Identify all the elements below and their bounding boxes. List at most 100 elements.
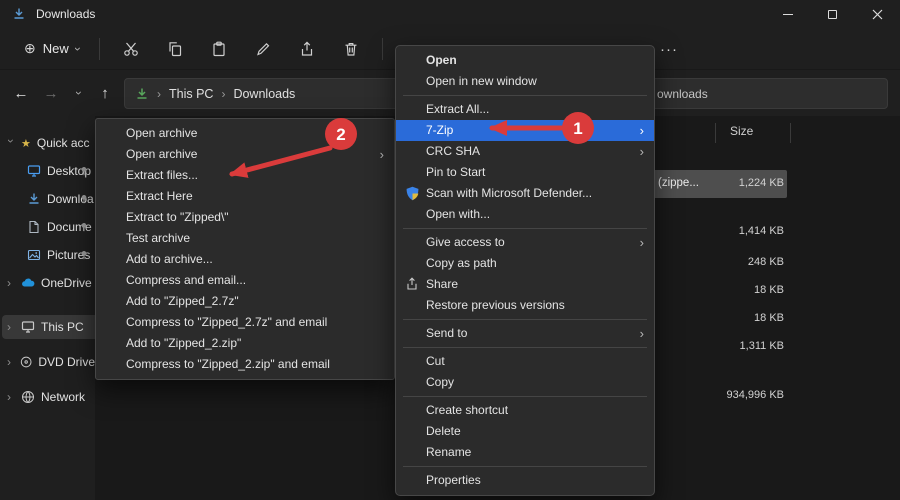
submenu-item-compress-email[interactable]: Compress and email... <box>96 270 394 291</box>
context-menu-item-scan-defender[interactable]: Scan with Microsoft Defender... <box>396 183 654 204</box>
recent-locations-button[interactable]: › <box>66 80 92 106</box>
minimize-button[interactable] <box>765 0 810 28</box>
menu-item-label: Cut <box>426 354 445 368</box>
menu-separator <box>403 466 647 467</box>
menu-separator <box>403 396 647 397</box>
menu-item-label: CRC SHA <box>426 144 481 158</box>
file-size: 248 KB <box>747 256 784 268</box>
menu-item-label: Share <box>426 277 459 291</box>
seven-zip-submenu: Open archive Open archive › Extract file… <box>95 118 395 380</box>
close-button[interactable] <box>855 0 900 28</box>
context-menu-item-crc-sha[interactable]: CRC SHA › <box>396 141 654 162</box>
pin-icon <box>81 167 87 176</box>
menu-item-label: Scan with Microsoft Defender... <box>426 186 593 200</box>
maximize-button[interactable] <box>810 0 855 28</box>
sidebar-item-onedrive[interactable]: › OneDrive <box>0 269 95 297</box>
submenu-item-open-archive[interactable]: Open archive <box>96 123 394 144</box>
menu-item-label: Compress to "Zipped_2.7z" and email <box>126 315 328 329</box>
window-controls <box>765 0 900 28</box>
context-menu-item-restore-versions[interactable]: Restore previous versions <box>396 295 654 316</box>
sidebar-item-dvd-drive[interactable]: › DVD Drive <box>0 348 95 376</box>
context-menu-item-properties[interactable]: Properties <box>396 470 654 491</box>
sidebar-item-desktop[interactable]: Desktop <box>0 157 95 185</box>
search-input[interactable]: ownloads <box>636 78 888 109</box>
context-menu-item-pin-to-start[interactable]: Pin to Start <box>396 162 654 183</box>
context-menu-item-extract-all[interactable]: Extract All... <box>396 99 654 120</box>
up-button[interactable]: ↑ <box>92 80 118 106</box>
rename-button[interactable] <box>244 34 282 64</box>
back-icon: ← <box>13 84 29 102</box>
sidebar-item-downloads[interactable]: Downloa <box>0 185 95 213</box>
column-divider[interactable] <box>715 123 716 143</box>
copy-button[interactable] <box>156 34 194 64</box>
breadcrumb-downloads[interactable]: Downloads <box>233 87 295 101</box>
submenu-item-add-to-zip[interactable]: Add to "Zipped_2.zip" <box>96 333 394 354</box>
context-menu-item-copy-as-path[interactable]: Copy as path <box>396 253 654 274</box>
share-button[interactable] <box>288 34 326 64</box>
plus-icon: ⊕ <box>24 40 36 56</box>
context-menu-item-share[interactable]: Share <box>396 274 654 295</box>
pin-icon <box>81 251 87 260</box>
onedrive-icon <box>22 278 35 287</box>
delete-button[interactable] <box>332 34 370 64</box>
context-menu-item-give-access[interactable]: Give access to › <box>396 232 654 253</box>
submenu-item-compress-zip-email[interactable]: Compress to "Zipped_2.zip" and email <box>96 354 394 375</box>
menu-item-label: Pin to Start <box>426 165 486 179</box>
menu-item-label: Compress to "Zipped_2.zip" and email <box>126 357 330 371</box>
context-menu-item-cut[interactable]: Cut <box>396 351 654 372</box>
submenu-item-open-archive-expand[interactable]: Open archive › <box>96 144 394 165</box>
breadcrumb-this-pc[interactable]: This PC <box>169 87 213 101</box>
context-menu-item-delete[interactable]: Delete <box>396 421 654 442</box>
forward-button[interactable]: → <box>38 80 64 106</box>
new-button[interactable]: ⊕ New › <box>14 35 90 62</box>
submenu-item-extract-to[interactable]: Extract to "Zipped\" <box>96 207 394 228</box>
cut-button[interactable] <box>112 34 150 64</box>
submenu-item-test-archive[interactable]: Test archive <box>96 228 394 249</box>
menu-item-label: Copy as path <box>426 256 497 270</box>
context-menu-item-open[interactable]: Open <box>396 50 654 71</box>
context-menu-item-7zip[interactable]: 7-Zip › <box>396 120 654 141</box>
menu-item-label: Extract Here <box>126 189 193 203</box>
submenu-item-add-to-archive[interactable]: Add to archive... <box>96 249 394 270</box>
see-more-button[interactable]: ··· <box>652 34 686 64</box>
context-menu-item-send-to[interactable]: Send to › <box>396 323 654 344</box>
sidebar-item-quick-access[interactable]: › ★ Quick acc <box>0 129 95 157</box>
menu-item-label: Test archive <box>126 231 191 245</box>
paste-button[interactable] <box>200 34 238 64</box>
more-icon: ··· <box>660 40 678 58</box>
context-menu-item-copy[interactable]: Copy <box>396 372 654 393</box>
menu-item-label: Open archive <box>126 126 198 140</box>
context-menu-item-rename[interactable]: Rename <box>396 442 654 463</box>
menu-item-label: 7-Zip <box>426 123 454 137</box>
sidebar-item-pictures[interactable]: Pictures <box>0 241 95 269</box>
toolbar-divider <box>98 37 100 60</box>
minimize-icon <box>782 13 793 15</box>
context-menu-item-create-shortcut[interactable]: Create shortcut <box>396 400 654 421</box>
file-size: 1,311 KB <box>739 340 784 352</box>
menu-item-label: Rename <box>426 445 472 459</box>
star-icon: ★ <box>21 137 31 150</box>
sidebar-item-documents[interactable]: Docume <box>0 213 95 241</box>
menu-item-label: Add to "Zipped_2.zip" <box>126 336 242 350</box>
sidebar-item-this-pc[interactable]: › This PC <box>0 313 95 341</box>
menu-separator <box>403 347 647 348</box>
downloads-folder-icon <box>136 87 148 99</box>
submenu-item-extract-here[interactable]: Extract Here <box>96 186 394 207</box>
sidebar-item-network[interactable]: › Network <box>0 383 95 411</box>
column-divider[interactable] <box>790 123 791 143</box>
context-menu-item-open-with[interactable]: Open with... <box>396 204 654 225</box>
chevron-right-icon: › <box>639 235 644 250</box>
back-button[interactable]: ← <box>8 80 34 106</box>
menu-item-label: Create shortcut <box>426 403 509 417</box>
menu-item-label: Extract to "Zipped\" <box>126 210 229 224</box>
defender-shield-icon <box>406 186 419 201</box>
file-size: 1,224 KB <box>738 177 784 189</box>
context-menu-item-open-new-window[interactable]: Open in new window <box>396 71 654 92</box>
window-title: Downloads <box>36 7 96 21</box>
submenu-item-add-to-7z[interactable]: Add to "Zipped_2.7z" <box>96 291 394 312</box>
submenu-item-extract-files[interactable]: Extract files... <box>96 165 394 186</box>
size-column-header[interactable]: Size <box>730 124 753 138</box>
network-icon <box>22 391 34 403</box>
submenu-item-compress-7z-email[interactable]: Compress to "Zipped_2.7z" and email <box>96 312 394 333</box>
menu-separator <box>403 228 647 229</box>
